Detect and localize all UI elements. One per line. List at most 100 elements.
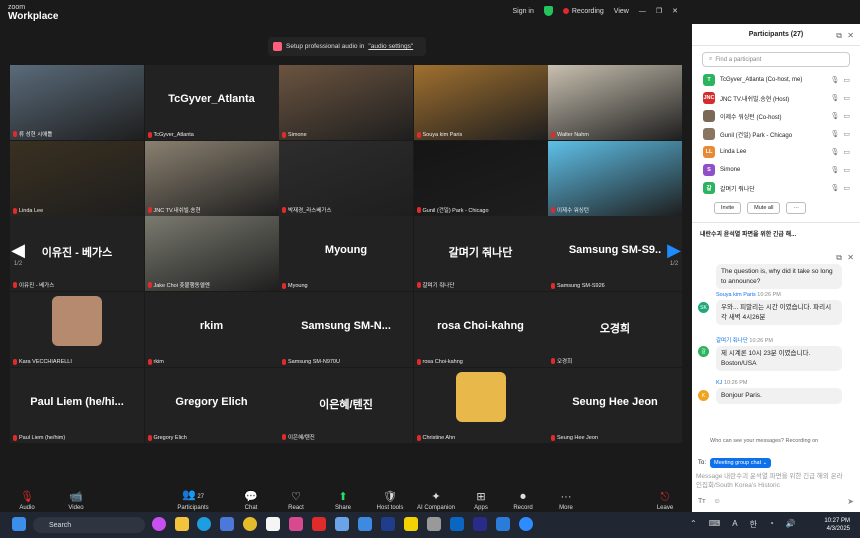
app4-icon[interactable] [473,517,487,531]
mic-icon[interactable]: 🎙 [830,76,839,84]
file-explorer-icon[interactable] [175,517,189,531]
linkedin-icon[interactable] [450,517,464,531]
participant-tile[interactable]: Christine Ahn [413,367,548,443]
camera-icon[interactable]: ▭ [843,112,850,120]
host-tools-button[interactable]: 🛡 Host tools [368,485,412,511]
chat-popout-icon[interactable]: ⧉ [836,253,842,263]
mute-all-button[interactable]: Mute all [747,202,781,214]
participant-tile[interactable]: TcGyver_Atlanta TcGyver_Atlanta [144,65,279,140]
audio-settings-link[interactable]: "audio settings" [368,43,413,50]
participant-tile[interactable]: 류 성현 시애틀 [10,65,144,140]
participant-tile[interactable]: Linda Lee [10,140,144,216]
keyboard-icon[interactable]: ⌨ [709,519,721,530]
participant-row[interactable]: Gunil (건일) Park - Chicago 🎙 ▭ [692,125,860,143]
youtube-icon[interactable] [312,517,326,531]
participant-tile[interactable]: 이제수 워싱턴 [548,140,682,216]
participant-tile[interactable]: JNC TV.내쉬빌.송현 [144,140,279,216]
participant-tile[interactable]: Kara VECCHIARELLI [10,292,144,368]
camera-icon[interactable]: ▭ [843,148,850,156]
copilot-icon[interactable] [152,517,166,531]
invite-button[interactable]: Invite [714,202,742,214]
participant-tile[interactable]: 갈며기 줘나단 갈며기 줘나단 [413,216,548,292]
participant-tile[interactable]: Seung Hee Jeon Seung Hee Jeon [548,367,682,443]
chevron-up-icon[interactable]: ⌃ [690,519,697,530]
chrome-icon[interactable] [243,517,257,531]
leave-button[interactable]: ⎋ Leave [643,485,687,511]
format-icon[interactable]: Tт [698,498,705,505]
view-button[interactable]: View [614,8,629,15]
participant-row[interactable]: LL Linda Lee 🎙 ▭ [692,143,860,161]
participant-row[interactable]: T TcGyver_Atlanta (Co-host, me) 🎙 ▭ [692,71,860,89]
participant-tile[interactable]: Souya kim Paris [413,65,548,140]
mic-icon[interactable]: 🎙 [830,94,839,102]
chat-message[interactable]: The question is, why did it take so long… [692,264,842,289]
app3-icon[interactable] [427,517,441,531]
participant-search-input[interactable]: ⌕ Find a participant [702,52,850,67]
panel-close-icon[interactable]: ✕ [847,31,854,40]
amazon-icon[interactable] [266,517,280,531]
participant-row[interactable]: S Simone 🎙 ▭ [692,161,860,179]
ai-companion-button[interactable]: ✦ AI Companion [414,485,458,511]
share-button[interactable]: ⬆ Share [321,485,365,511]
audio-settings-banner[interactable]: Setup professional audio in "audio setti… [268,37,426,56]
participant-tile[interactable]: 이은혜/텐진 이은혜/텐진 [279,367,413,443]
participant-row[interactable]: 갈 갈며기 줘나단 🎙 ▭ [692,179,860,197]
audio-button[interactable]: 🎙 Audio [5,485,49,511]
start-icon[interactable] [12,517,26,531]
participant-tile[interactable]: Samsung SM-N... Samsung SM-N970U [279,292,413,368]
vscode-icon[interactable] [496,517,510,531]
encryption-shield-icon[interactable] [543,6,553,16]
participants-button[interactable]: 👥 27 Participants [171,485,215,511]
participant-tile[interactable]: Gregory Elich Gregory Elich [144,367,279,443]
zoom-taskbar-icon[interactable] [519,517,533,531]
participant-tile[interactable]: Jake Choi 촛불행동엘엔 [144,216,279,292]
send-icon[interactable]: ➤ [847,497,854,506]
more-button[interactable]: ··· More [544,485,588,511]
system-clock[interactable]: 10:27 PM 4/3/2025 [824,517,850,533]
participant-tile[interactable]: Walter Nahm [548,65,682,140]
camera-icon[interactable]: ▭ [843,166,850,174]
mic-icon[interactable]: 🎙 [830,130,839,138]
app2-icon[interactable] [358,517,372,531]
participant-tile[interactable]: 오경희 오경희 [548,292,682,368]
l-app-icon[interactable] [381,517,395,531]
participant-tile[interactable]: Myoung Myoung [279,216,413,292]
prev-page-button[interactable]: ◀ 1/2 [6,240,30,280]
close-icon[interactable]: ✕ [672,7,678,15]
app-icon[interactable] [335,517,349,531]
restore-icon[interactable]: ❐ [656,7,662,15]
emoji-icon[interactable]: ☺ [713,498,720,505]
chat-visibility-note[interactable]: Who can see your messages? Recording on [710,438,818,444]
minimize-icon[interactable]: — [639,8,646,15]
chat-close-icon[interactable]: ✕ [847,253,854,262]
chat-input[interactable]: Message 내란수괴 윤석열 파면을 위한 긴급 해외 온라인집회/Sout… [696,472,846,490]
popout-icon[interactable]: ⧉ [836,31,842,41]
ime-icon[interactable]: 한 [750,519,757,530]
photos-icon[interactable] [289,517,303,531]
lang-a-icon[interactable]: A [732,519,737,530]
chat-button[interactable]: 💬 Chat [229,485,273,511]
volume-icon[interactable]: 🔊 [786,519,796,530]
chat-message[interactable]: 갈 갈며기 줘나단 10:26 PM 제 시계론 10시 23분 이였습니다. Bo… [692,336,842,371]
mic-icon[interactable]: 🎙 [830,112,839,120]
participant-tile[interactable]: rosa Choi-kahng rosa Choi-kahng [413,292,548,368]
participant-tile[interactable]: Paul Liem (he/hi... Paul Liem (he/him) [10,367,144,443]
mic-icon[interactable]: 🎙 [830,166,839,174]
sign-in-link[interactable]: Sign in [512,8,533,15]
next-page-button[interactable]: ▶ 1/2 [662,240,686,280]
camera-icon[interactable]: ▭ [843,130,850,138]
participant-row[interactable]: 이제수 워싱턴 (Co-host) 🎙 ▭ [692,107,860,125]
recording-indicator[interactable]: Recording [562,8,604,15]
video-button[interactable]: 📹 Video [54,485,98,511]
participant-row[interactable]: JNC JNC TV.내쉬빌.송현 (Host) 🎙 ▭ [692,89,860,107]
participant-tile[interactable]: 이유진 - 베가스 이유진 - 베가스 [10,216,144,292]
chat-recipient-select[interactable]: Meeting group chat ⌄ [710,458,772,468]
camera-icon[interactable]: ▭ [843,94,850,102]
participant-tile[interactable]: Gunil (건일) Park - Chicago [413,140,548,216]
camera-icon[interactable]: ▭ [843,76,850,84]
react-button[interactable]: ♡ React [274,485,318,511]
apps-button[interactable]: ⊞ Apps [459,485,503,511]
mic-icon[interactable]: 🎙 [830,184,839,192]
store-icon[interactable] [220,517,234,531]
camera-icon[interactable]: ▭ [843,184,850,192]
